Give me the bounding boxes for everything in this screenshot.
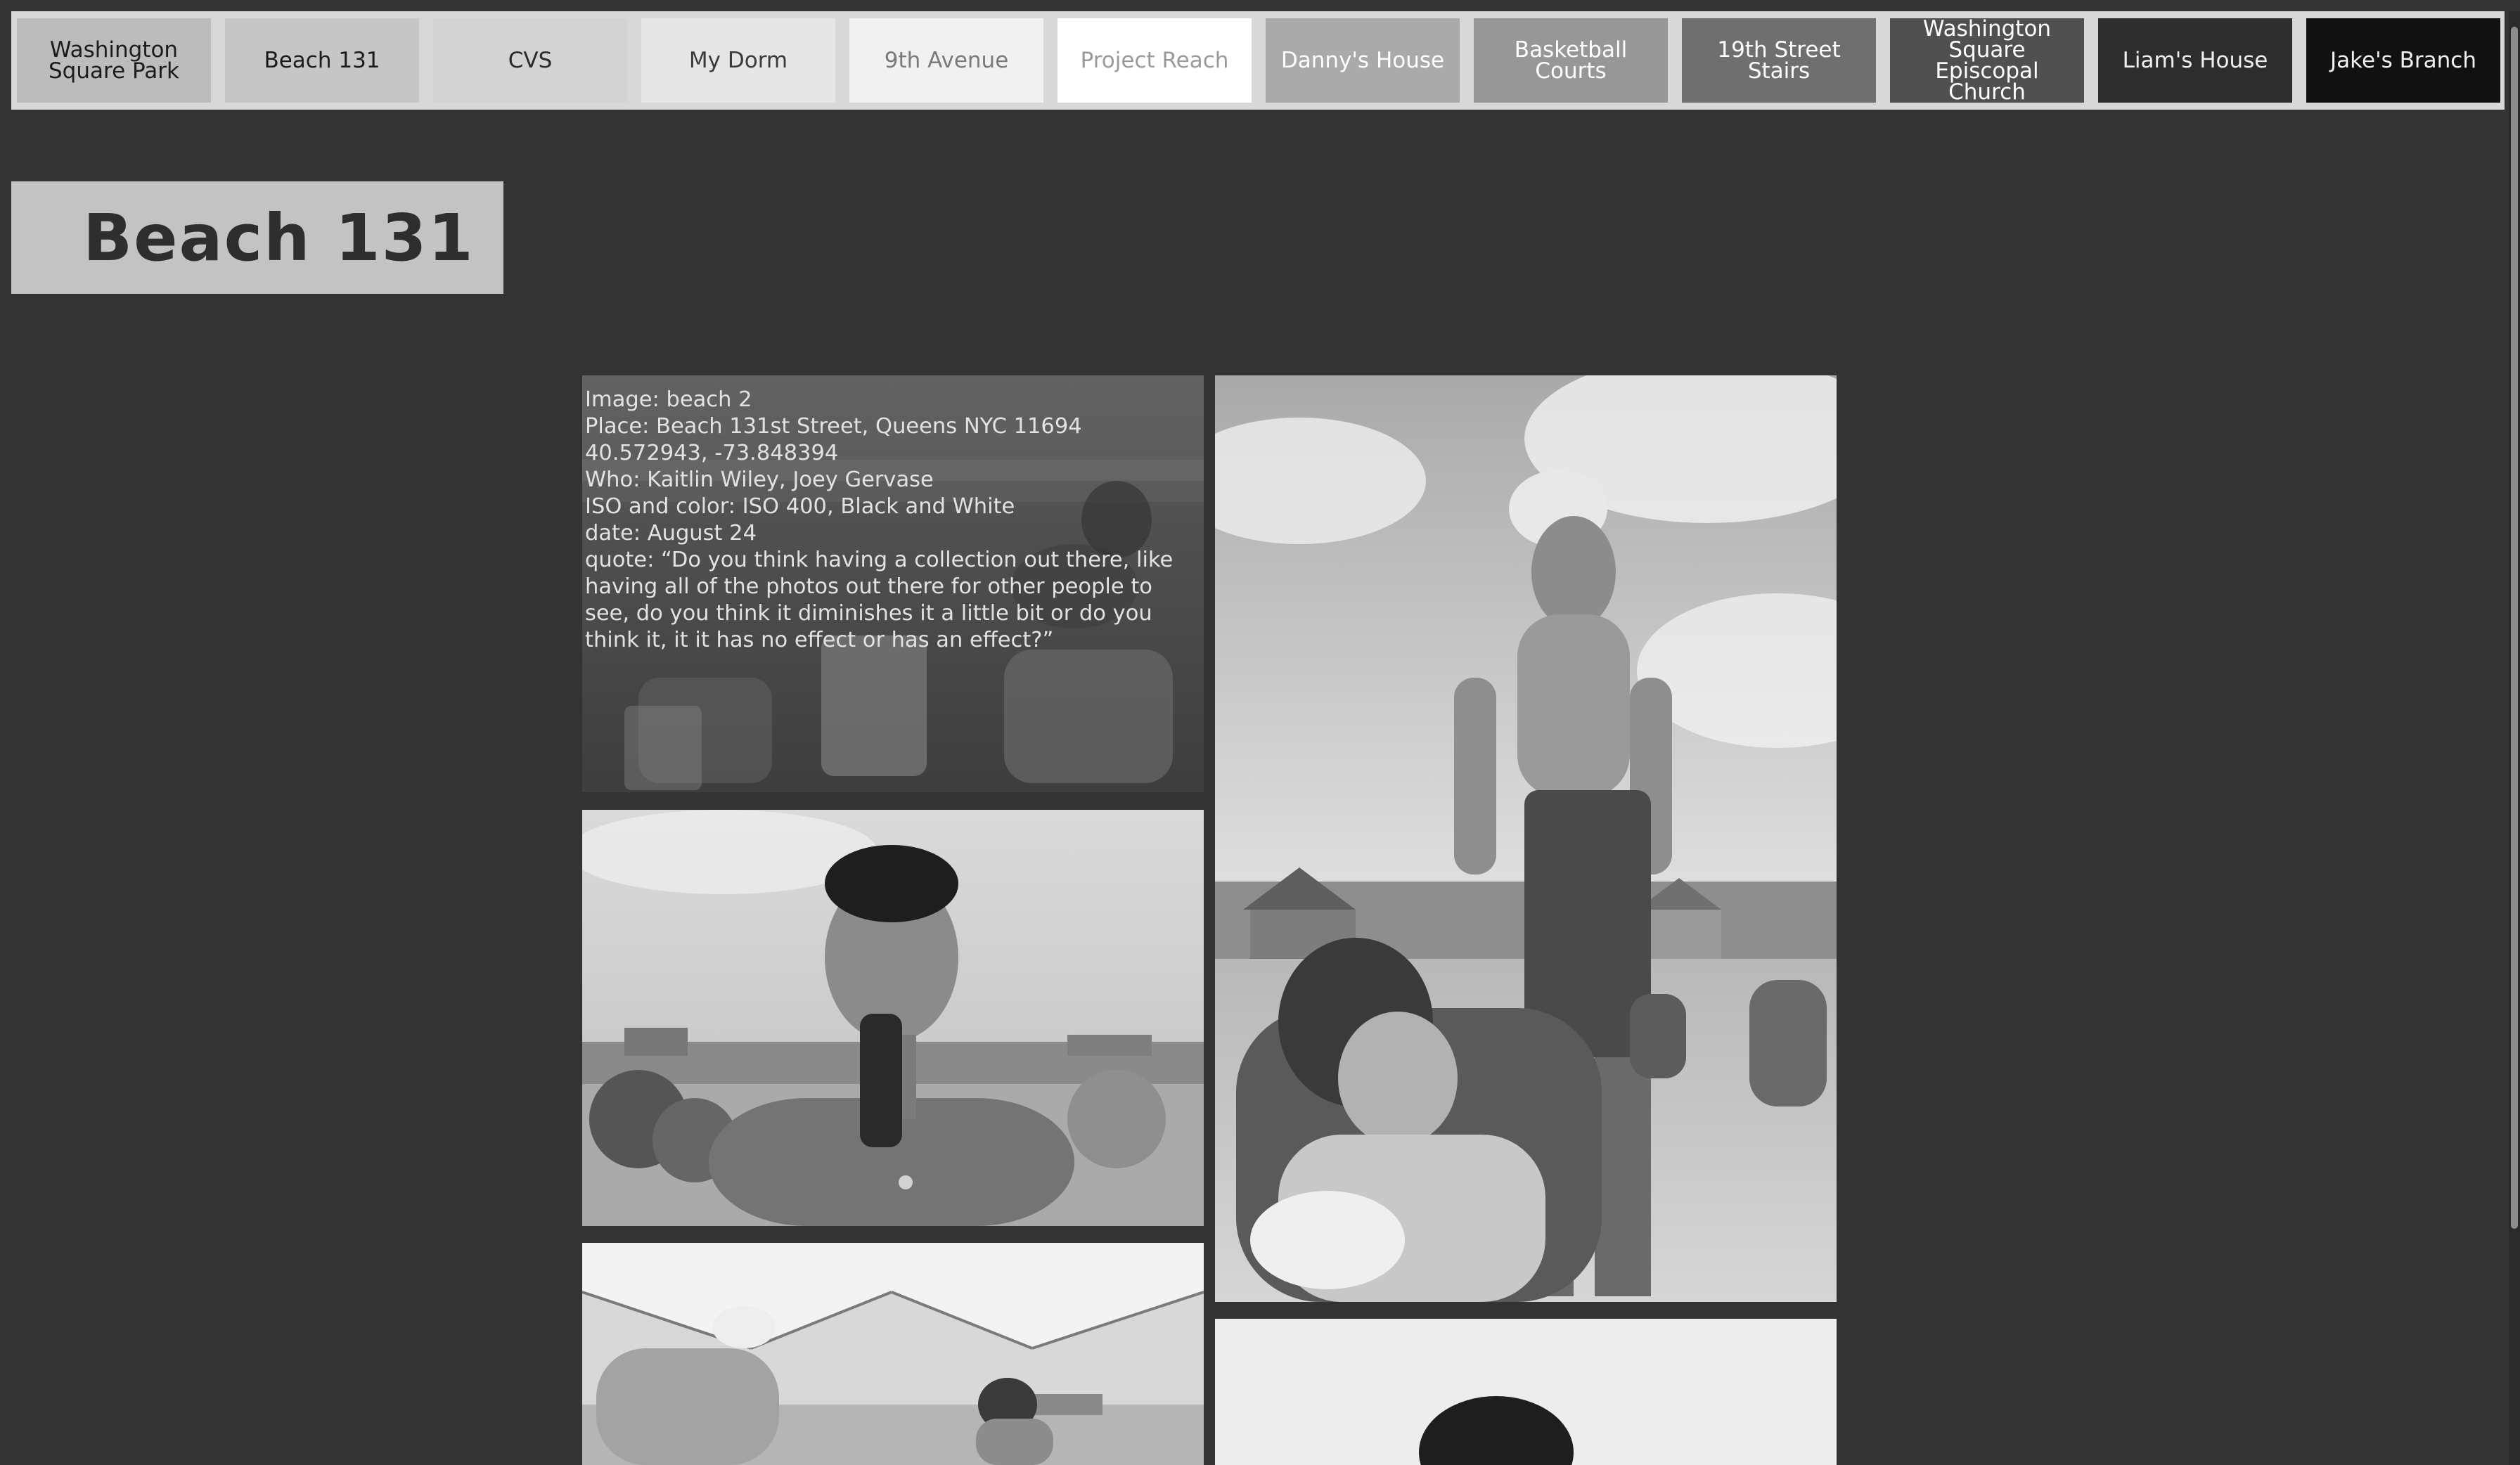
nav-item-label: Jake's Branch (2330, 48, 2476, 73)
nav-item-label: Washington Square Park (49, 37, 179, 84)
nav-item-label: 9th Avenue (884, 48, 1009, 73)
photo-image (582, 1243, 1204, 1465)
photo-image (1215, 1319, 1837, 1465)
nav-item-my-dorm[interactable]: My Dorm (641, 18, 835, 103)
caption-line: ISO and color: ISO 400, Black and White (585, 494, 1015, 519)
photo-beach-tent[interactable] (582, 1243, 1204, 1465)
nav-item-basketball-courts[interactable]: Basketball Courts (1474, 18, 1668, 103)
nav-item-liams-house[interactable]: Liam's House (2098, 18, 2292, 103)
photo-image (582, 810, 1204, 1226)
photo-beach-standing-man[interactable] (1215, 375, 1837, 1302)
page-title-box: Beach 131 (11, 181, 503, 294)
nav-item-washington-square-park[interactable]: Washington Square Park (17, 18, 211, 103)
nav-item-dannys-house[interactable]: Danny's House (1266, 18, 1460, 103)
nav-item-19th-street-stairs[interactable]: 19th Street Stairs (1682, 18, 1876, 103)
caption-line: quote: “Do you think having a collection… (585, 548, 1174, 572)
nav-item-washington-square-episcopal-church[interactable]: Washington Square Episcopal Church (1890, 18, 2084, 103)
nav-item-project-reach[interactable]: Project Reach (1058, 18, 1252, 103)
caption-line: having all of the photos out there for o… (585, 574, 1152, 599)
photo-caption-card[interactable]: Image: beach 2 Place: Beach 131st Street… (582, 375, 1204, 792)
caption-line: date: August 24 (585, 521, 757, 546)
nav-item-label: Beach 131 (264, 48, 380, 73)
caption-line: think it, it it has no effect or has an … (585, 628, 1054, 652)
nav-item-label: Washington Square Episcopal Church (1922, 16, 2052, 105)
nav-item-label: CVS (508, 48, 553, 73)
location-nav: Washington Square Park Beach 131 CVS My … (11, 11, 2505, 110)
photo-image (1215, 375, 1837, 1302)
photo-beach-man-drinking[interactable] (582, 810, 1204, 1226)
scrollbar-thumb[interactable] (2511, 27, 2518, 1229)
caption-line: Image: beach 2 (585, 387, 752, 412)
page-scrollbar[interactable] (2509, 11, 2520, 1465)
photo-beach-partial[interactable] (1215, 1319, 1837, 1465)
caption-text: Image: beach 2 Place: Beach 131st Street… (585, 387, 1211, 654)
nav-item-label: 19th Street Stairs (1717, 37, 1841, 84)
nav-item-9th-avenue[interactable]: 9th Avenue (849, 18, 1043, 103)
nav-item-label: Liam's House (2122, 48, 2268, 73)
nav-item-beach-131[interactable]: Beach 131 (225, 18, 419, 103)
caption-line: Place: Beach 131st Street, Queens NYC 11… (585, 414, 1082, 439)
caption-line: 40.572943, -73.848394 (585, 441, 839, 465)
nav-item-cvs[interactable]: CVS (433, 18, 627, 103)
nav-item-jakes-branch[interactable]: Jake's Branch (2306, 18, 2500, 103)
caption-line: see, do you think it diminishes it a lit… (585, 601, 1152, 626)
caption-line: Who: Kaitlin Wiley, Joey Gervase (585, 467, 934, 492)
nav-item-label: My Dorm (688, 48, 788, 73)
nav-item-label: Project Reach (1080, 48, 1229, 73)
page-title: Beach 131 (83, 200, 475, 276)
nav-item-label: Danny's House (1280, 48, 1445, 73)
nav-item-label: Basketball Courts (1514, 37, 1628, 84)
